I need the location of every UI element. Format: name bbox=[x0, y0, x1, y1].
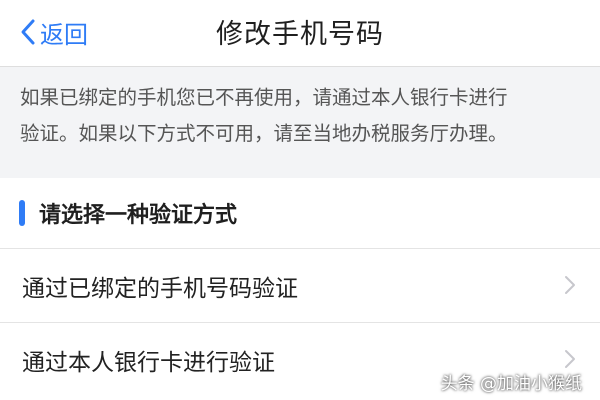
notice-panel: 如果已绑定的手机您已不再使用，请通过本人银行卡进行 验证。如果以下方式不可用，请… bbox=[0, 67, 600, 178]
option-label: 通过本人银行卡进行验证 bbox=[22, 350, 275, 376]
notice-line-2: 验证。如果以下方式不可用，请至当地办税服务厅办理。 bbox=[20, 122, 508, 145]
section-title: 请选择一种验证方式 bbox=[39, 203, 238, 228]
notice-line-1: 如果已绑定的手机您已不再使用，请通过本人银行卡进行 bbox=[20, 86, 508, 109]
watermark-text: 头条 @加油小猴纸 bbox=[440, 374, 582, 394]
chevron-right-icon bbox=[565, 276, 575, 294]
chevron-right-icon bbox=[565, 350, 575, 368]
verify-by-phone-option[interactable]: 通过已绑定的手机号码验证 bbox=[0, 249, 600, 323]
page-title: 修改手机号码 bbox=[216, 19, 384, 50]
notice-text: 如果已绑定的手机您已不再使用，请通过本人银行卡进行 验证。如果以下方式不可用，请… bbox=[20, 80, 580, 152]
section-header: 请选择一种验证方式 bbox=[0, 178, 600, 249]
section-accent-bar bbox=[19, 200, 25, 226]
navigation-bar: 返回 修改手机号码 bbox=[0, 0, 600, 67]
option-label: 通过已绑定的手机号码验证 bbox=[22, 276, 298, 302]
